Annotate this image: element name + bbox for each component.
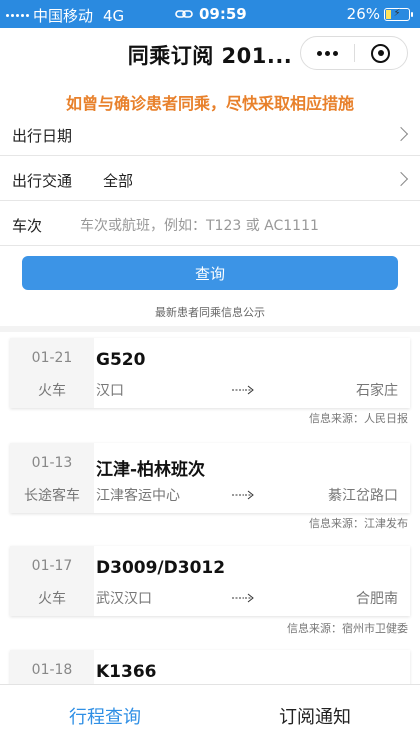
trip-code: D3009/D3012 — [96, 558, 226, 578]
source-label: 信息来源：人民日报 — [309, 412, 408, 425]
chevron-right-icon — [393, 126, 409, 142]
chevron-right-icon — [393, 171, 409, 187]
query-button[interactable]: 查询 — [22, 256, 398, 290]
status-left: 中国移动 4G — [6, 5, 124, 26]
status-bar: 中国移动 4G 09:59 26% ⚡ — [0, 0, 420, 28]
trip-code: 江津-柏林班次 — [96, 460, 206, 480]
carrier-label: 中国移动 — [33, 7, 94, 25]
trip-to: 合肥南 — [356, 591, 398, 607]
vehicle-type: 火车 — [38, 591, 66, 607]
transport-value: 全部 — [103, 172, 134, 190]
clock: 09:59 — [199, 5, 247, 23]
trip-code: G520 — [96, 350, 146, 370]
mini-program-capsule — [300, 36, 408, 70]
status-right: 26% ⚡ — [346, 5, 413, 23]
transport-label: 出行交通 — [12, 172, 73, 190]
trip-code: K1366 — [96, 662, 157, 682]
notice-text: 最新患者同乘信息公示 — [155, 306, 265, 319]
warning-banner: 如曾与确诊患者同乘，尽快采取相应措施 — [65, 94, 354, 113]
trip-card[interactable]: 01-13 长途客车 江津-柏林班次 江津客运中心 綦江岔路口 — [10, 443, 410, 513]
arrow-right-icon — [232, 385, 254, 395]
date-row[interactable]: 出行日期 — [0, 112, 420, 156]
tab-subscription[interactable]: 订阅通知 — [210, 685, 420, 746]
trip-from: 武汉汉口 — [96, 591, 152, 607]
network-label: 4G — [103, 6, 125, 25]
close-icon[interactable] — [354, 43, 407, 63]
vehicle-type: 火车 — [38, 383, 66, 399]
battery-percent: 26% — [346, 5, 380, 23]
tab-trip-query[interactable]: 行程查询 — [0, 685, 210, 746]
trip-to: 石家庄 — [356, 383, 398, 399]
transport-row[interactable]: 出行交通 全部 — [0, 157, 420, 201]
trip-date: 01-17 — [31, 558, 73, 574]
tab-bar: 行程查询 订阅通知 — [0, 684, 420, 746]
section-divider — [0, 326, 420, 332]
signal-icon — [6, 14, 29, 17]
date-label: 出行日期 — [12, 127, 73, 145]
arrow-right-icon — [232, 593, 254, 603]
trip-label: 车次 — [12, 217, 43, 235]
battery-icon: ⚡ — [384, 7, 413, 21]
trip-input[interactable]: 车次或航班，例如：T123 或 AC1111 — [80, 215, 319, 235]
status-center: 09:59 — [175, 5, 247, 23]
link-icon — [175, 10, 193, 18]
trip-to: 綦江岔路口 — [328, 488, 398, 504]
trip-date: 01-21 — [31, 350, 73, 366]
trip-card[interactable]: 01-17 火车 D3009/D3012 武汉汉口 合肥南 — [10, 546, 410, 616]
trip-from: 汉口 — [96, 383, 124, 399]
trip-card[interactable]: 01-21 火车 G520 汉口 石家庄 — [10, 338, 410, 408]
trip-from: 江津客运中心 — [96, 488, 180, 504]
more-icon[interactable] — [301, 50, 354, 56]
trip-row: 车次 车次或航班，例如：T123 或 AC1111 — [0, 202, 420, 246]
vehicle-type: 长途客车 — [24, 488, 80, 504]
nav-bar: 同乘订阅 201... — [0, 28, 420, 80]
arrow-right-icon — [232, 490, 254, 500]
source-label: 信息来源：宿州市卫健委 — [287, 622, 408, 635]
source-label: 信息来源：江津发布 — [309, 517, 408, 530]
trip-date: 01-18 — [31, 662, 73, 678]
trip-date: 01-13 — [31, 455, 73, 471]
